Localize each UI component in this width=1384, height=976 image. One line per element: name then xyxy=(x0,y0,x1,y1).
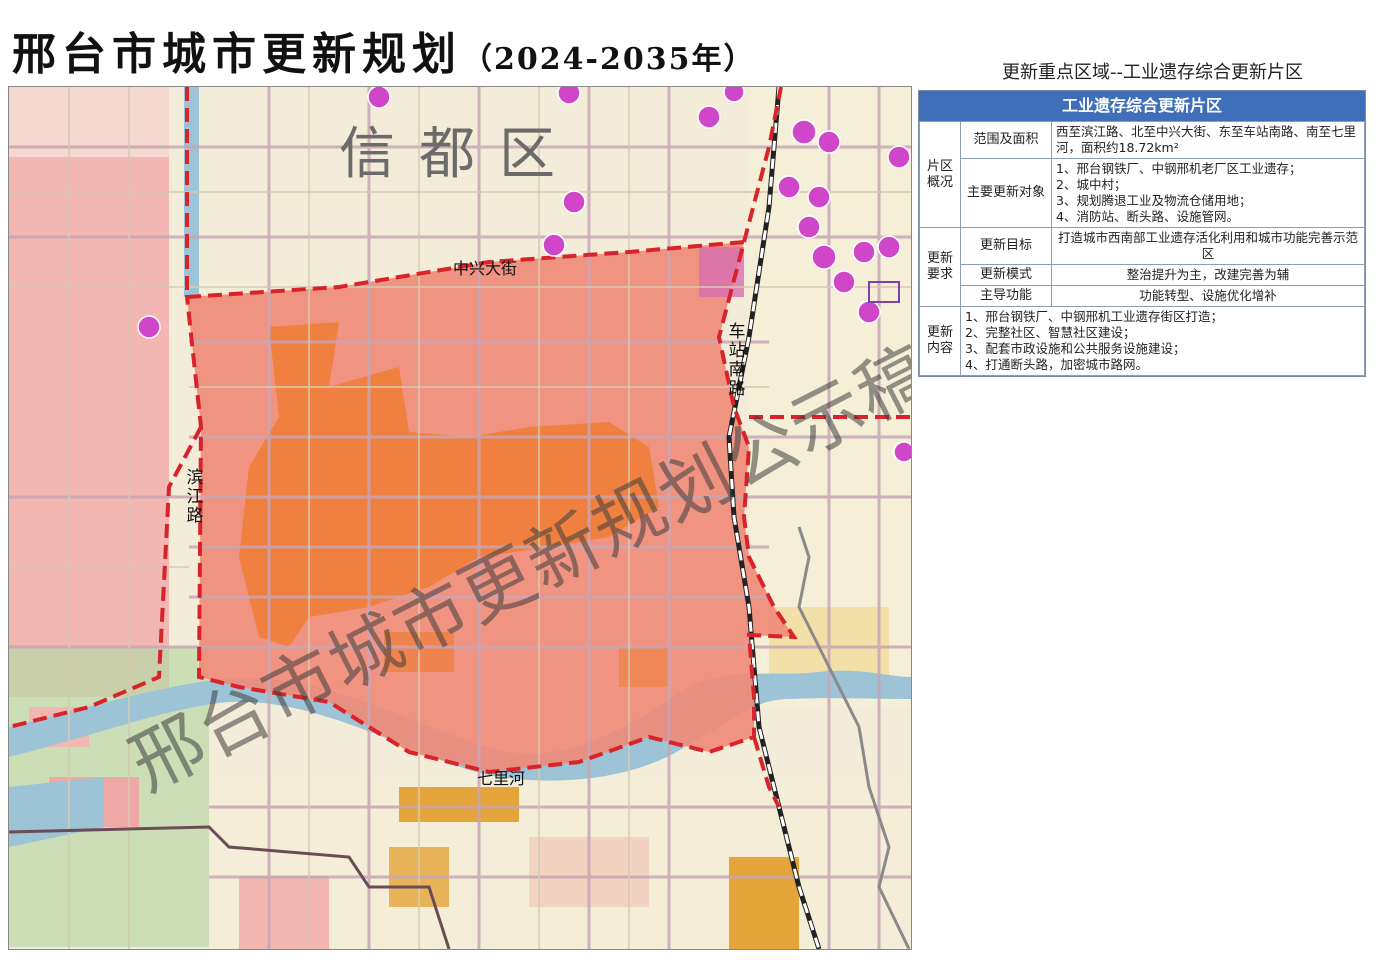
row-value-mode: 整治提升为主，改建完善为辅 xyxy=(1051,264,1365,286)
row-key-targets: 主要更新对象 xyxy=(960,158,1052,228)
road-label-binjiang: 滨江路 xyxy=(186,468,204,526)
map-canvas xyxy=(9,87,911,949)
road-label-zhongxing: 中兴大街 xyxy=(453,259,518,278)
table-row: 主要更新对象 1、邢台钢铁厂、中钢邢机老厂区工业遗存； 2、城中村； 3、规划腾… xyxy=(920,158,1365,228)
group-overview: 片区概况 xyxy=(919,121,961,228)
road-label-chezhan: 车站南路 xyxy=(728,322,746,399)
row-key-function: 主导功能 xyxy=(960,285,1052,307)
row-key-mode: 更新模式 xyxy=(960,264,1052,286)
title-years: （2024-2035年） xyxy=(462,42,756,77)
panel-title: 工业遗存综合更新片区 xyxy=(919,91,1365,121)
page-subtitle: 更新重点区域--工业遗存综合更新片区 xyxy=(1002,62,1303,83)
group-content: 更新内容 xyxy=(919,306,961,376)
zone-info-table: 片区概况 范围及面积 西至滨江路、北至中兴大街、东至车站南路、南至七里河，面积约… xyxy=(919,121,1365,376)
group-requirements: 更新要求 xyxy=(919,227,961,307)
river-label-qilihe: 七里河 xyxy=(477,769,526,788)
row-value-targets: 1、邢台钢铁厂、中钢邢机老厂区工业遗存； 2、城中村； 3、规划腾退工业及物流仓… xyxy=(1051,158,1365,228)
zone-info-panel: 工业遗存综合更新片区 片区概况 范围及面积 西至滨江路、北至中兴大街、东至车站南… xyxy=(918,90,1366,377)
table-row: 更新内容 1、邢台钢铁厂、中钢邢机工业遗存街区打造； 2、完整社区、智慧社区建设… xyxy=(919,306,1365,376)
table-row: 更新模式 整治提升为主，改建完善为辅 xyxy=(920,264,1365,286)
table-row: 片区概况 范围及面积 西至滨江路、北至中兴大街、东至车站南路、南至七里河，面积约… xyxy=(919,121,1365,228)
page-title: 邢台市城市更新规划（2024-2035年） xyxy=(12,29,756,80)
district-label: 信都区 xyxy=(339,122,579,187)
urban-renewal-map[interactable]: 信都区 中兴大街 滨江路 车站南路 七里河 邢台市城市更新规划公示稿 xyxy=(8,86,912,950)
row-value-content: 1、邢台钢铁厂、中钢邢机工业遗存街区打造； 2、完整社区、智慧社区建设； 3、配… xyxy=(960,306,1365,376)
row-value-goal: 打造城市西南部工业遗存活化利用和城市功能完善示范区 xyxy=(1051,227,1365,265)
table-row: 主导功能 功能转型、设施优化增补 xyxy=(920,285,1365,307)
table-row: 更新要求 更新目标 打造城市西南部工业遗存活化利用和城市功能完善示范区 xyxy=(919,227,1365,307)
row-value-scope: 西至滨江路、北至中兴大街、东至车站南路、南至七里河，面积约18.72km² xyxy=(1051,121,1365,159)
row-key-scope: 范围及面积 xyxy=(960,121,1052,159)
row-key-goal: 更新目标 xyxy=(960,227,1052,265)
row-value-function: 功能转型、设施优化增补 xyxy=(1051,285,1365,307)
